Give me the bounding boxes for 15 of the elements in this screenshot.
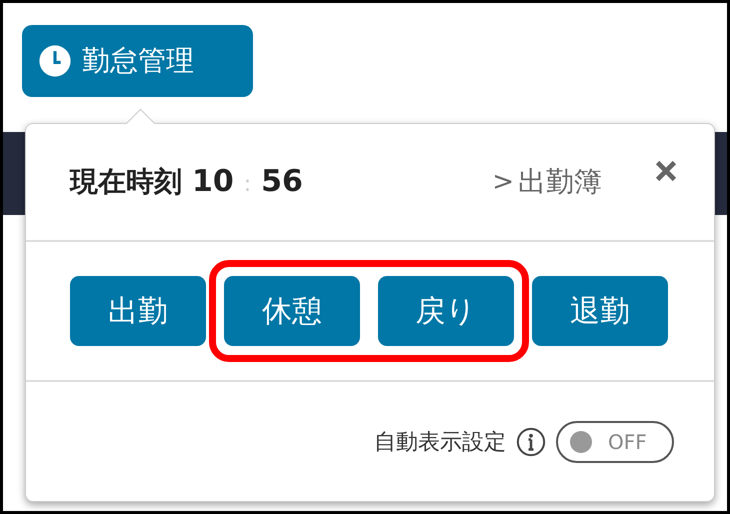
- clock-icon: [38, 44, 72, 78]
- close-icon[interactable]: [654, 159, 678, 183]
- punch-button[interactable]: 休憩: [224, 276, 360, 346]
- attendance-menu-button[interactable]: 勤怠管理: [22, 25, 253, 97]
- punch-button[interactable]: 出勤: [70, 276, 206, 346]
- auto-display-toggle[interactable]: OFF: [556, 420, 674, 462]
- hours-text: 10: [192, 164, 234, 199]
- info-icon[interactable]: [516, 426, 546, 456]
- time-separator: :: [244, 172, 252, 197]
- time-label: 現在時刻: [70, 164, 182, 200]
- attendance-book-link[interactable]: >出勤簿: [492, 163, 602, 201]
- minutes-text: 56: [261, 164, 303, 199]
- punch-button[interactable]: 戻り: [378, 276, 514, 346]
- auto-display-label: 自動表示設定: [374, 428, 506, 456]
- punch-button[interactable]: 退勤: [532, 276, 668, 346]
